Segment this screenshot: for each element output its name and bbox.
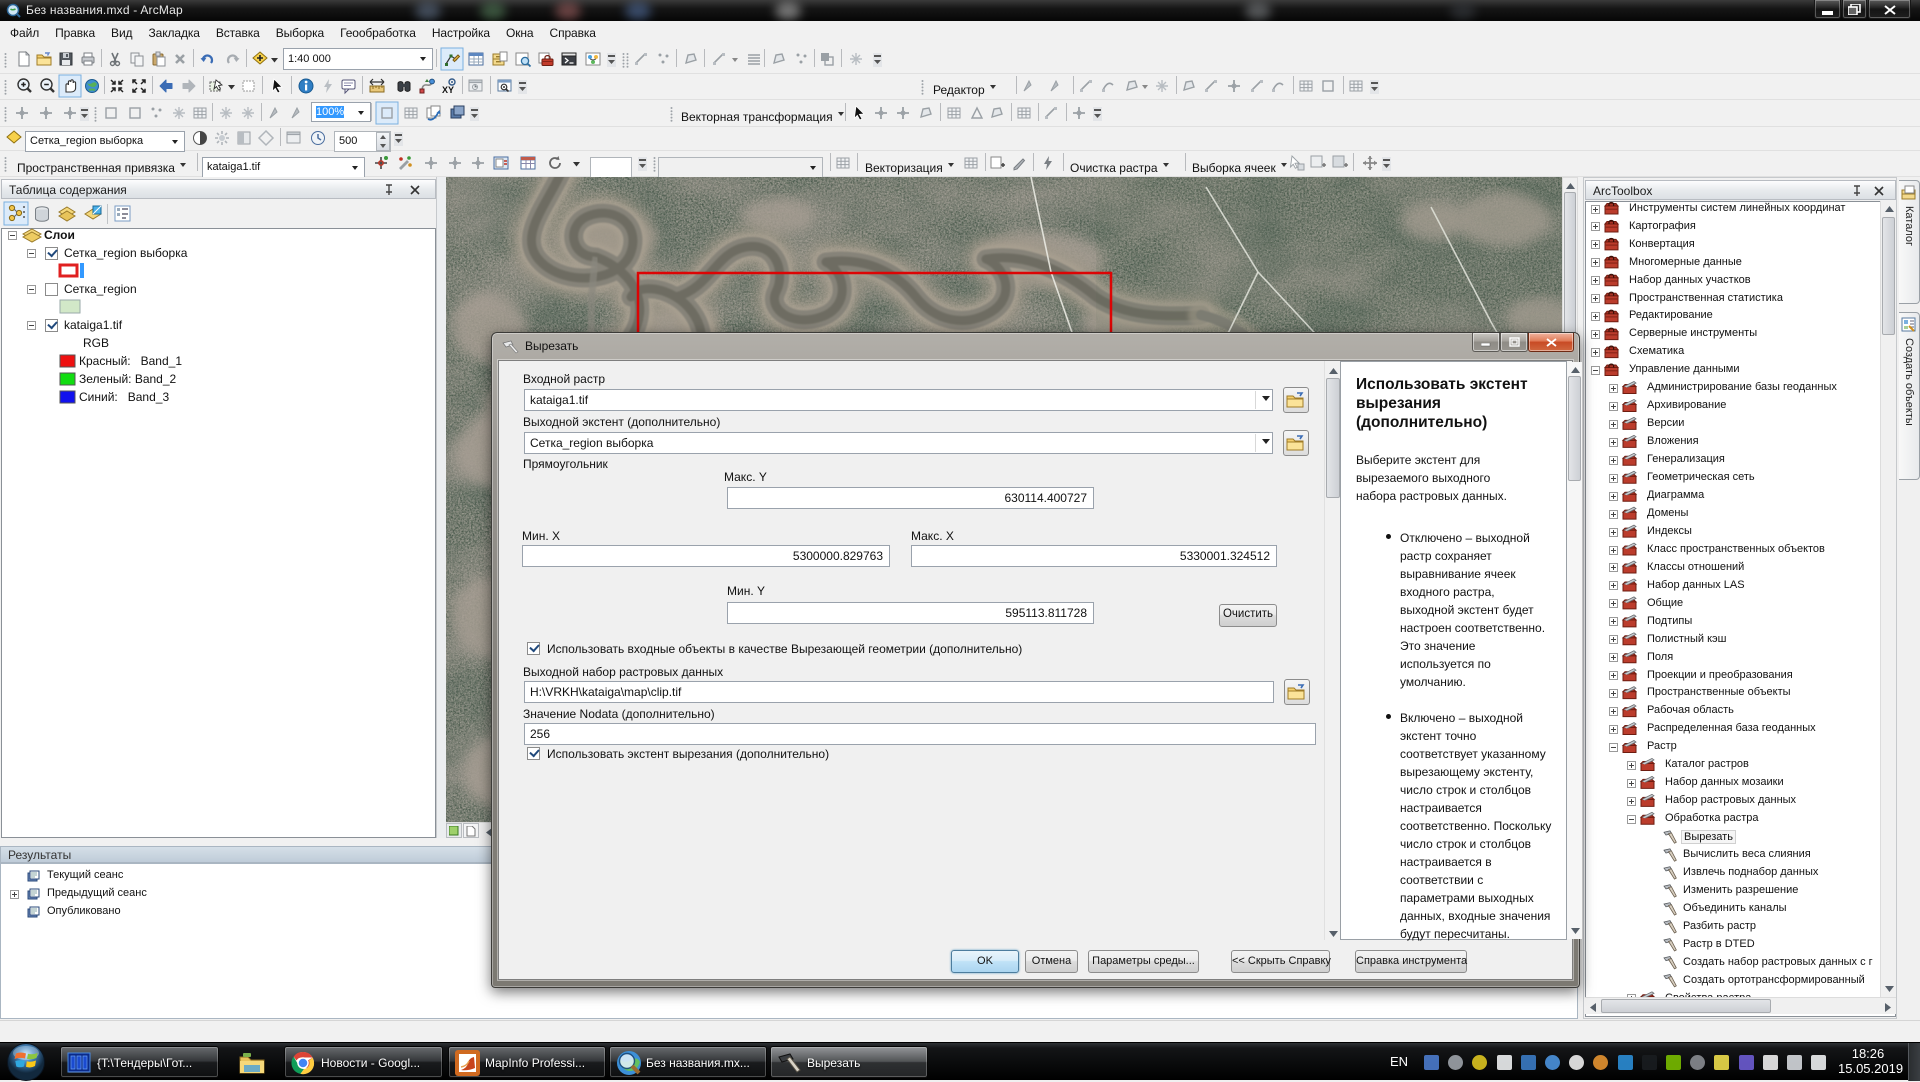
svg-text:XY: XY	[442, 85, 454, 95]
